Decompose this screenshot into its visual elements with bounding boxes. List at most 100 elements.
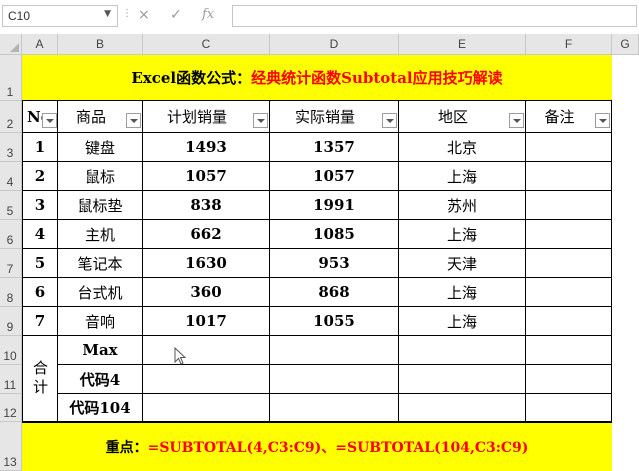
cell-region[interactable]: 上海 (399, 220, 526, 249)
row-header-4[interactable]: 4 (0, 162, 22, 191)
filter-dropdown-icon[interactable] (42, 113, 57, 128)
cell-actual[interactable]: 1991 (270, 191, 399, 220)
header-region[interactable]: 地区 (399, 101, 526, 133)
column-header-a[interactable]: A (22, 34, 58, 55)
row-header-5[interactable]: 5 (0, 191, 22, 220)
column-header-d[interactable]: D (270, 34, 399, 55)
row-header-9[interactable]: 9 (0, 307, 22, 336)
cell-product[interactable]: 鼠标 (58, 162, 143, 191)
cell-product[interactable]: 鼠标垫 (58, 191, 143, 220)
insert-function-icon[interactable]: fx (202, 7, 214, 22)
column-header-f[interactable]: F (526, 34, 612, 55)
cell-plan[interactable]: 1493 (143, 133, 270, 162)
cell-f11[interactable] (526, 365, 612, 394)
row-header-7[interactable]: 7 (0, 249, 22, 278)
cell-region[interactable]: 天津 (399, 249, 526, 278)
cell-actual[interactable]: 953 (270, 249, 399, 278)
cancel-icon[interactable]: × (138, 7, 150, 23)
cell-product[interactable]: 台式机 (58, 278, 143, 307)
enter-icon[interactable]: ✓ (170, 7, 182, 23)
cell-actual[interactable]: 1085 (270, 220, 399, 249)
cell-note[interactable] (526, 191, 612, 220)
filter-dropdown-icon[interactable] (595, 113, 610, 128)
chevron-down-icon[interactable]: ▼ (104, 9, 111, 19)
row-header-1[interactable]: 1 (0, 55, 22, 101)
cell-note[interactable] (526, 162, 612, 191)
cell-d12[interactable] (270, 394, 399, 422)
row-header-8[interactable]: 8 (0, 278, 22, 307)
column-header-b[interactable]: B (58, 34, 143, 55)
cell-actual[interactable]: 1057 (270, 162, 399, 191)
summary-code104[interactable]: 代码104 (58, 394, 143, 422)
cell-e11[interactable] (399, 365, 526, 394)
cell-region[interactable]: 上海 (399, 278, 526, 307)
cell-c12[interactable] (143, 394, 270, 422)
cell-plan[interactable]: 662 (143, 220, 270, 249)
column-header-c[interactable]: C (143, 34, 270, 55)
cell-product[interactable]: 主机 (58, 220, 143, 249)
header-actual[interactable]: 实际销量 (270, 101, 399, 133)
mouse-cursor-icon (174, 347, 186, 365)
select-all-corner[interactable] (0, 34, 22, 55)
cell-d10[interactable] (270, 336, 399, 365)
row-header-2[interactable]: 2 (0, 101, 22, 133)
cell-no[interactable]: 4 (22, 220, 58, 249)
cell-product[interactable]: 笔记本 (58, 249, 143, 278)
cell-region[interactable]: 上海 (399, 162, 526, 191)
cell-region[interactable]: 上海 (399, 307, 526, 336)
cell-note[interactable] (526, 133, 612, 162)
summary-code4[interactable]: 代码4 (58, 365, 143, 394)
row-header-12[interactable]: 12 (0, 394, 22, 422)
row-header-11[interactable]: 11 (0, 365, 22, 394)
cell-no[interactable]: 3 (22, 191, 58, 220)
cell-no[interactable]: 7 (22, 307, 58, 336)
row-header-13[interactable]: 13 (0, 422, 22, 471)
cell-c11[interactable] (143, 365, 270, 394)
column-g-area[interactable] (612, 55, 639, 471)
row-header-10[interactable]: 10 (0, 336, 22, 365)
cell-c10[interactable] (143, 336, 270, 365)
row-header-3[interactable]: 3 (0, 133, 22, 162)
filter-dropdown-icon[interactable] (382, 113, 397, 128)
title-prefix: Excel函数公式： (131, 69, 252, 87)
note-cell[interactable]: 重点： =SUBTOTAL(4,C3:C9)、=SUBTOTAL(104,C3:C… (22, 422, 612, 471)
header-plan[interactable]: 计划销量 (143, 101, 270, 133)
cell-e12[interactable] (399, 394, 526, 422)
filter-dropdown-icon[interactable] (126, 113, 141, 128)
cell-no[interactable]: 2 (22, 162, 58, 191)
filter-dropdown-icon[interactable] (509, 113, 524, 128)
name-box[interactable]: C10 ▼ (2, 5, 118, 27)
cell-plan[interactable]: 838 (143, 191, 270, 220)
cell-region[interactable]: 苏州 (399, 191, 526, 220)
cell-no[interactable]: 1 (22, 133, 58, 162)
cell-plan[interactable]: 1017 (143, 307, 270, 336)
cell-product[interactable]: 键盘 (58, 133, 143, 162)
cell-f10[interactable] (526, 336, 612, 365)
cell-actual[interactable]: 868 (270, 278, 399, 307)
cell-product[interactable]: 音响 (58, 307, 143, 336)
title-cell[interactable]: Excel函数公式： 经典统计函数Subtotal应用技巧解读 (22, 55, 612, 101)
cell-actual[interactable]: 1055 (270, 307, 399, 336)
cell-note[interactable] (526, 278, 612, 307)
formula-input[interactable] (232, 5, 637, 27)
summary-max[interactable]: Max (58, 336, 143, 365)
cell-note[interactable] (526, 249, 612, 278)
cell-f12[interactable] (526, 394, 612, 422)
cell-region[interactable]: 北京 (399, 133, 526, 162)
cell-note[interactable] (526, 220, 612, 249)
summary-label-cell[interactable]: 合计 (22, 336, 58, 422)
cell-actual[interactable]: 1357 (270, 133, 399, 162)
filter-dropdown-icon[interactable] (253, 113, 268, 128)
cell-d11[interactable] (270, 365, 399, 394)
cell-plan[interactable]: 1057 (143, 162, 270, 191)
cell-no[interactable]: 5 (22, 249, 58, 278)
cell-e10[interactable] (399, 336, 526, 365)
column-header-e[interactable]: E (399, 34, 526, 55)
cell-plan[interactable]: 360 (143, 278, 270, 307)
cell-no[interactable]: 6 (22, 278, 58, 307)
formula-bar: C10 ▼ ⋮ × ✓ fx (0, 0, 639, 35)
cell-plan[interactable]: 1630 (143, 249, 270, 278)
row-header-6[interactable]: 6 (0, 220, 22, 249)
column-header-g[interactable]: G (612, 34, 639, 55)
cell-note[interactable] (526, 307, 612, 336)
